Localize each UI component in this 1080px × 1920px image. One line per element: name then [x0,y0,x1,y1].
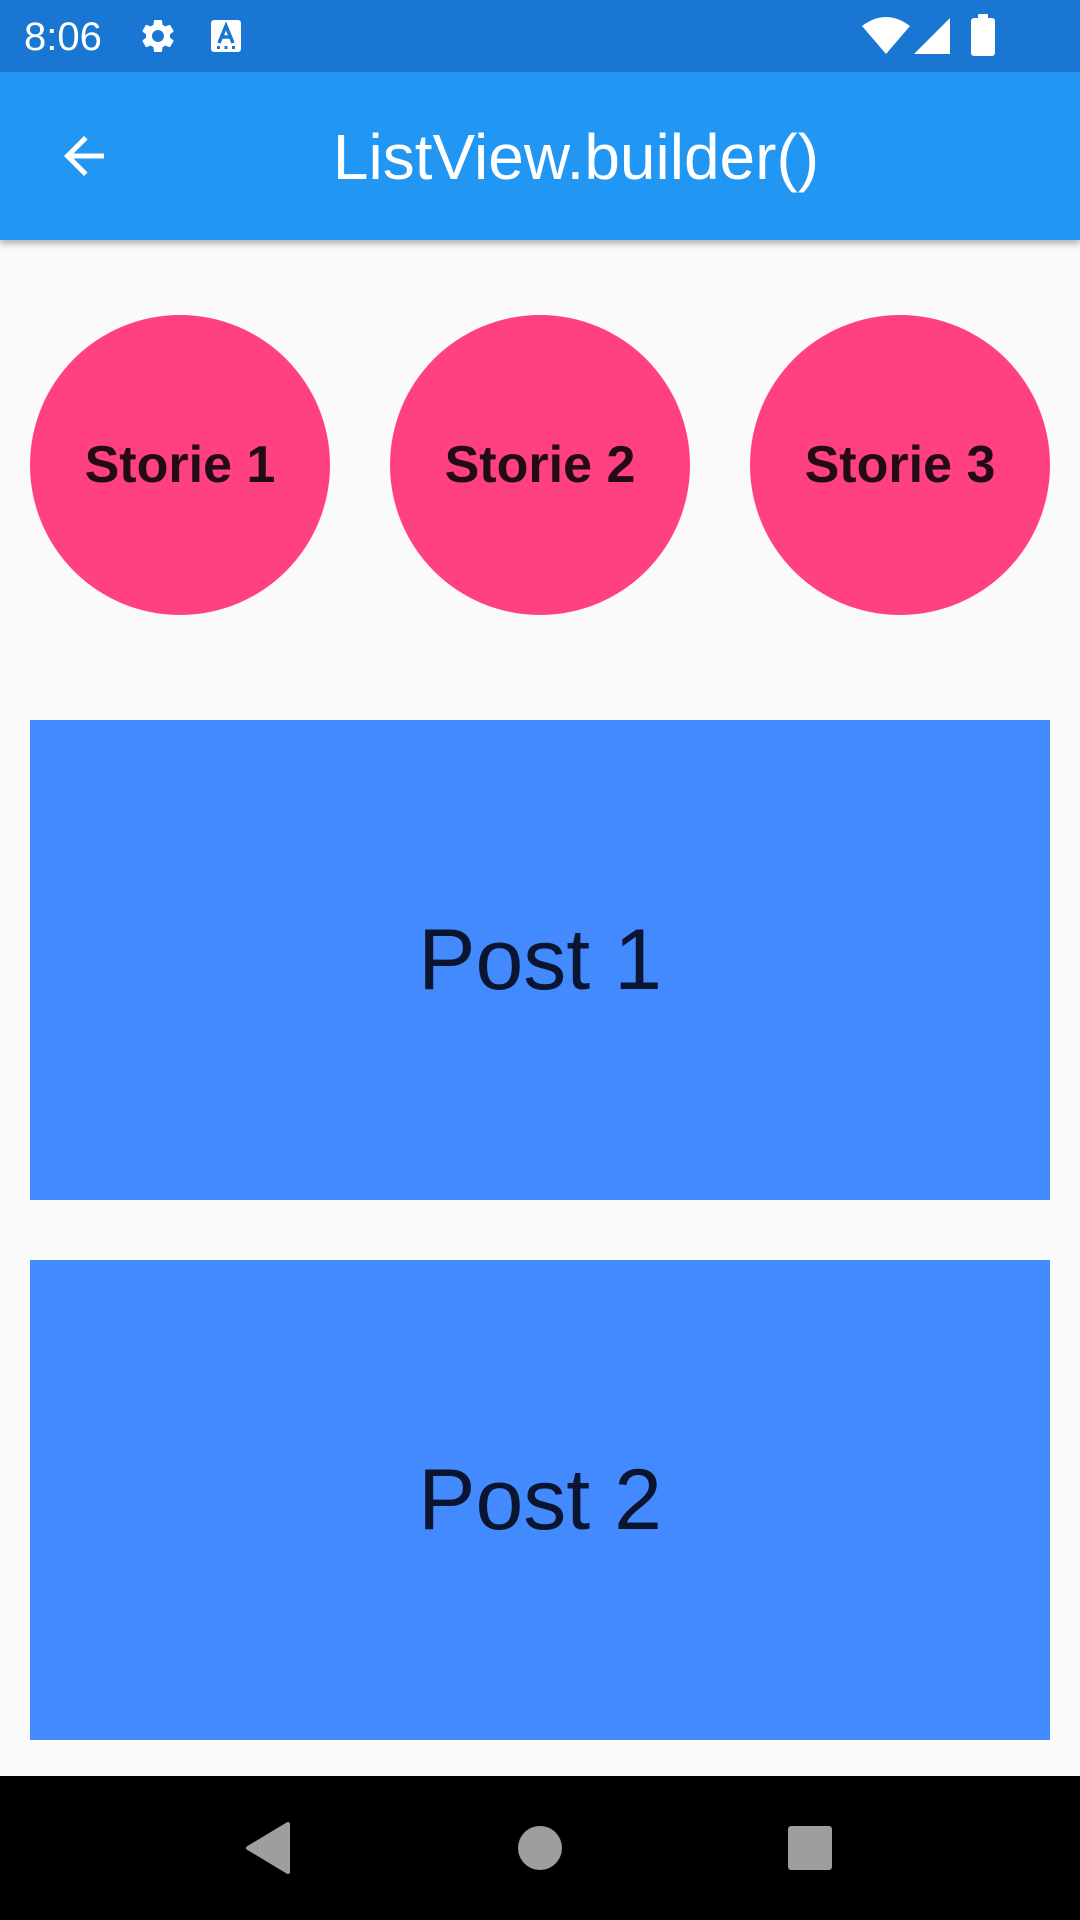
gear-icon [142,19,174,52]
story-item[interactable]: Storie 2 [390,315,690,615]
status-time: 8:06 [24,15,102,59]
app-bar: ListView.builder() [0,72,1080,240]
wifi-icon [862,17,910,54]
story-label: Storie 3 [804,436,996,494]
status-bar: 8:06 [0,0,1080,72]
story-item[interactable]: Storie 1 [30,315,330,615]
nav-home-button[interactable] [492,1800,588,1896]
post-card[interactable]: Post 2 [30,1260,1050,1740]
home-circle-icon [518,1826,562,1870]
cellular-signal-icon [914,18,950,54]
recents-square-icon [788,1826,832,1870]
story-item[interactable]: Storie 3 [750,315,1050,615]
nav-back-button[interactable] [220,1800,316,1896]
post-label: Post 1 [418,911,662,1008]
post-label: Post 2 [418,1451,662,1548]
story-label: Storie 1 [84,436,276,494]
story-label: Storie 2 [444,436,636,494]
keyboard-a-icon [211,20,241,52]
battery-icon [971,14,995,56]
back-triangle-icon [246,1822,290,1874]
navigation-bar [0,1776,1080,1920]
post-card[interactable]: Post 1 [30,720,1050,1200]
page-title: ListView.builder() [332,121,820,193]
stories-list[interactable]: Storie 1 Storie 2 Storie 3 [0,315,1080,615]
nav-recents-button[interactable] [762,1800,858,1896]
